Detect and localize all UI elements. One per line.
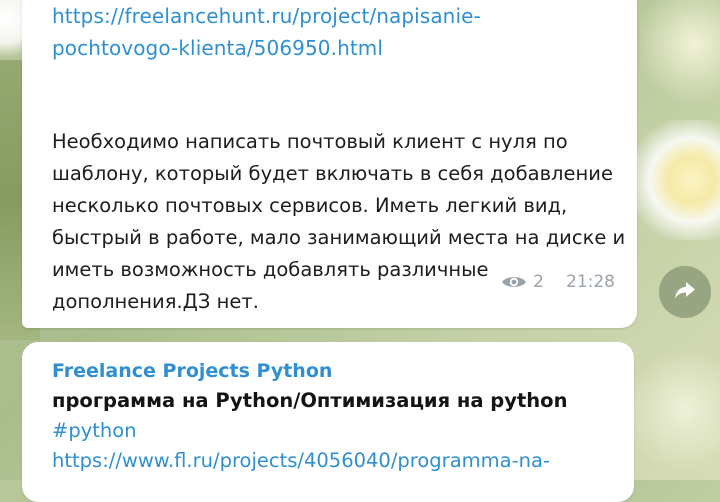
views-count: 2	[533, 272, 544, 292]
project-link-line-2[interactable]: pochtovogo-klienta/506950.html	[52, 36, 383, 60]
eye-icon	[501, 274, 527, 290]
project-link-line-1[interactable]: https://freelancehunt.ru/project/napisan…	[52, 4, 481, 28]
share-arrow-icon	[672, 277, 698, 307]
project-link[interactable]: https://freelancehunt.ru/project/napisan…	[52, 0, 607, 64]
message-meta: 2 21:28	[501, 272, 615, 292]
share-button[interactable]	[659, 266, 711, 318]
channel-name[interactable]: Freelance Projects Python	[52, 356, 604, 386]
hashtag-link[interactable]: #python	[52, 416, 604, 446]
message-bubble: Freelance Projects Python программа на P…	[22, 342, 634, 502]
wallpaper-flower	[630, 340, 720, 480]
message-bubble: https://freelancehunt.ru/project/napisan…	[22, 0, 637, 328]
project-link[interactable]: https://www.fl.ru/projects/4056040/progr…	[52, 446, 604, 476]
wallpaper-flower	[640, 0, 720, 110]
post-title: программа на Python/Оптимизация на pytho…	[52, 389, 568, 412]
message-time: 21:28	[566, 272, 615, 292]
